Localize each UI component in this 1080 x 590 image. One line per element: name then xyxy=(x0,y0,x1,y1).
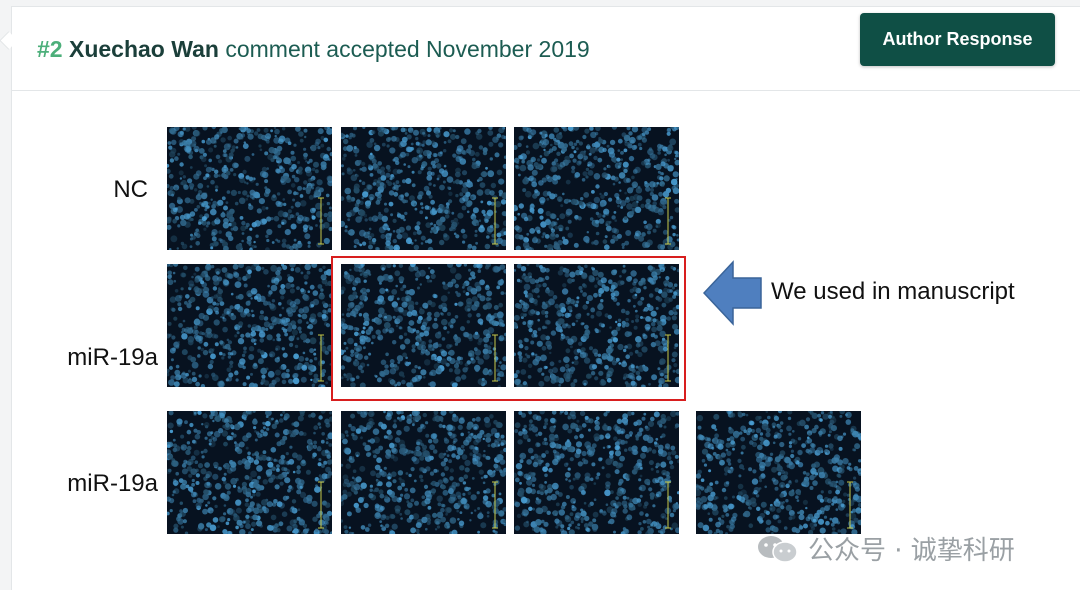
highlight-box xyxy=(331,256,686,401)
comment-title: #2 Xuechao Wan comment accepted November… xyxy=(37,36,590,63)
micrograph-mir19a-b-3 xyxy=(514,411,679,534)
micrograph-mir19a-1 xyxy=(167,264,332,387)
micrograph-mir19a-b-2 xyxy=(341,411,506,534)
micrograph-nc-2 xyxy=(341,127,506,250)
watermark-text: 公众号 · 诚挚科研 xyxy=(808,536,1015,566)
comment-status: comment accepted November 2019 xyxy=(225,36,590,62)
row-label-nc: NC xyxy=(113,176,148,203)
watermark: 公众号 · 诚挚科研 xyxy=(756,530,1015,567)
row-label-mir19a-1: miR-19a xyxy=(67,344,158,371)
comment-number: #2 xyxy=(37,36,63,62)
annotation-text: We used in manuscript xyxy=(771,278,1015,305)
wechat-icon xyxy=(758,535,798,563)
comment-author[interactable]: Xuechao Wan xyxy=(69,36,219,62)
micrograph-mir19a-b-4 xyxy=(696,411,861,534)
micrograph-nc-3 xyxy=(514,127,679,250)
author-response-button[interactable]: Author Response xyxy=(860,13,1055,66)
left-arrow-icon xyxy=(703,260,762,326)
row-label-mir19a-2: miR-19a xyxy=(67,470,158,497)
micrograph-nc-1 xyxy=(167,127,332,250)
micrograph-mir19a-b-1 xyxy=(167,411,332,534)
